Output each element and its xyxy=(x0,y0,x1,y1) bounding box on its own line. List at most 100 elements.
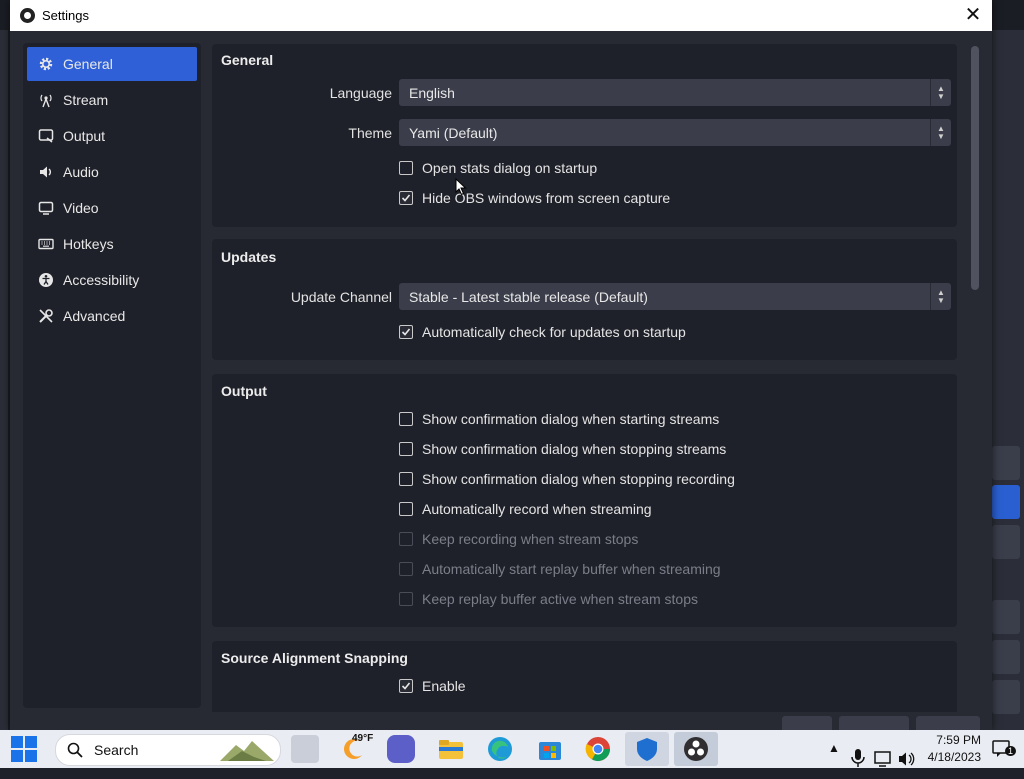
chrome-browser-icon[interactable] xyxy=(584,735,612,763)
checkbox-box xyxy=(399,442,413,456)
auto-check-updates-checkbox[interactable]: Automatically check for updates on start… xyxy=(399,322,686,342)
checkmark-icon xyxy=(399,679,413,693)
checkmark-icon xyxy=(399,325,413,339)
confirm-stop-recording-checkbox[interactable]: Show confirmation dialog when stopping r… xyxy=(399,469,735,489)
volume-icon[interactable] xyxy=(897,740,917,778)
teams-chat-icon[interactable] xyxy=(387,735,415,763)
checkbox-label: Automatically start replay buffer when s… xyxy=(422,561,721,577)
obs-left-edge xyxy=(0,30,8,730)
checkbox-box xyxy=(399,472,413,486)
sidebar-item-label: Hotkeys xyxy=(63,236,114,252)
checkbox-label: Show confirmation dialog when stopping s… xyxy=(422,441,727,457)
open-stats-checkbox[interactable]: Open stats dialog on startup xyxy=(399,158,597,178)
keep-replay-buffer-checkbox: Keep replay buffer active when stream st… xyxy=(399,589,698,609)
edge-browser-icon[interactable] xyxy=(486,735,514,763)
checkbox-label: Show confirmation dialog when stopping r… xyxy=(422,471,735,487)
checkbox-box xyxy=(399,502,413,516)
settings-sidebar: General Stream Output Audio Video Hotkey… xyxy=(23,43,201,708)
spinner-arrows-icon: ▲ ▼ xyxy=(930,79,951,106)
language-select[interactable]: English ▲ ▼ xyxy=(399,79,951,106)
sidebar-item-accessibility[interactable]: Accessibility xyxy=(27,263,197,297)
window-title: Settings xyxy=(42,8,89,23)
notification-center[interactable]: 1 xyxy=(992,739,1017,777)
language-value: English xyxy=(409,85,455,101)
sidebar-item-audio[interactable]: Audio xyxy=(27,155,197,189)
language-label: Language xyxy=(329,85,392,101)
update-channel-label: Update Channel xyxy=(290,289,392,305)
checkbox-box xyxy=(399,592,413,606)
checkbox-label: Show confirmation dialog when starting s… xyxy=(422,411,720,427)
close-icon[interactable]: ✕ xyxy=(960,2,986,28)
clock[interactable]: 7:59 PM 4/18/2023 xyxy=(925,733,981,771)
monitor-icon xyxy=(37,199,55,217)
confirm-stop-stream-checkbox[interactable]: Show confirmation dialog when stopping s… xyxy=(399,439,726,459)
clock-date: 4/18/2023 xyxy=(927,750,981,764)
spinner-arrows-icon: ▲ ▼ xyxy=(930,283,951,310)
taskbar-search-box[interactable]: Search xyxy=(55,734,281,766)
checkbox-label: Automatically record when streaming xyxy=(422,501,652,517)
checkbox-box xyxy=(399,562,413,576)
keyboard-icon xyxy=(37,235,55,253)
accessibility-icon xyxy=(37,271,55,289)
hide-obs-checkbox[interactable]: Hide OBS windows from screen capture xyxy=(399,188,670,208)
sidebar-item-label: Output xyxy=(63,128,106,144)
obs-studio-icon[interactable] xyxy=(682,735,710,763)
general-group: General Language English ▲ ▼ Theme Yami (… xyxy=(212,44,957,227)
speaker-icon xyxy=(37,163,55,181)
sidebar-item-video[interactable]: Video xyxy=(27,191,197,225)
auto-record-checkbox[interactable]: Automatically record when streaming xyxy=(399,499,652,519)
task-view-icon[interactable] xyxy=(291,735,319,763)
snapping-title: Source Alignment Snapping xyxy=(221,650,408,666)
settings-dialog: Settings ✕ General Stream Output Audio V… xyxy=(10,0,992,732)
show-hidden-icons-chevron-icon[interactable]: ▲ xyxy=(828,741,840,779)
sidebar-item-advanced[interactable]: Advanced xyxy=(27,299,197,333)
defender-shield-icon[interactable] xyxy=(633,735,661,763)
sidebar-item-label: Accessibility xyxy=(63,272,140,288)
antenna-icon xyxy=(37,91,55,109)
update-channel-select[interactable]: Stable - Latest stable release (Default)… xyxy=(399,283,951,310)
checkbox-label: Open stats dialog on startup xyxy=(422,160,598,176)
mouse-cursor-icon xyxy=(455,178,467,196)
microsoft-store-icon[interactable] xyxy=(536,735,564,763)
checkbox-label: Keep replay buffer active when stream st… xyxy=(422,591,699,607)
weather-temp: 49°F xyxy=(352,733,374,744)
checkbox-label: Enable xyxy=(422,678,466,694)
search-label: Search xyxy=(94,742,139,758)
sidebar-item-label: Video xyxy=(63,200,99,216)
theme-select[interactable]: Yami (Default) ▲ ▼ xyxy=(399,119,951,146)
gear-icon xyxy=(37,55,55,73)
network-icon[interactable] xyxy=(873,740,893,778)
checkmark-icon xyxy=(399,191,413,205)
sidebar-item-general[interactable]: General xyxy=(27,47,197,81)
general-title: General xyxy=(221,52,274,68)
output-group: Output Show confirmation dialog when sta… xyxy=(212,374,957,627)
snapping-group: Source Alignment Snapping Enable xyxy=(212,641,957,712)
tools-icon xyxy=(37,307,55,325)
scrollbar-thumb[interactable] xyxy=(971,46,979,290)
sidebar-item-stream[interactable]: Stream xyxy=(27,83,197,117)
sidebar-item-hotkeys[interactable]: Hotkeys xyxy=(27,227,197,261)
sidebar-item-label: Stream xyxy=(63,92,109,108)
auto-replay-buffer-checkbox: Automatically start replay buffer when s… xyxy=(399,559,721,579)
windows-start-icon[interactable] xyxy=(9,734,39,764)
checkbox-label: Keep recording when stream stops xyxy=(422,531,639,547)
notification-count-badge: 1 xyxy=(1005,746,1017,756)
output-title: Output xyxy=(221,383,267,399)
sidebar-item-label: Audio xyxy=(63,164,99,180)
checkbox-box xyxy=(399,532,413,546)
checkbox-label: Automatically check for updates on start… xyxy=(422,324,686,340)
search-highlight-image-icon xyxy=(220,741,274,761)
clock-time: 7:59 PM xyxy=(936,733,981,747)
search-icon xyxy=(67,742,83,758)
snapping-enable-checkbox[interactable]: Enable xyxy=(399,676,466,696)
theme-label: Theme xyxy=(348,125,392,141)
sidebar-item-label: Advanced xyxy=(63,308,126,324)
file-explorer-icon[interactable] xyxy=(437,735,465,763)
windows-taskbar: Search 49°F ▲ 7:59 PM 4/18/2023 1 xyxy=(0,730,1024,768)
updates-group: Updates Update Channel Stable - Latest s… xyxy=(212,239,957,360)
confirm-start-stream-checkbox[interactable]: Show confirmation dialog when starting s… xyxy=(399,409,719,429)
sidebar-item-output[interactable]: Output xyxy=(27,119,197,153)
output-icon xyxy=(37,127,55,145)
sidebar-item-label: General xyxy=(63,56,113,72)
microphone-icon[interactable] xyxy=(850,739,866,777)
